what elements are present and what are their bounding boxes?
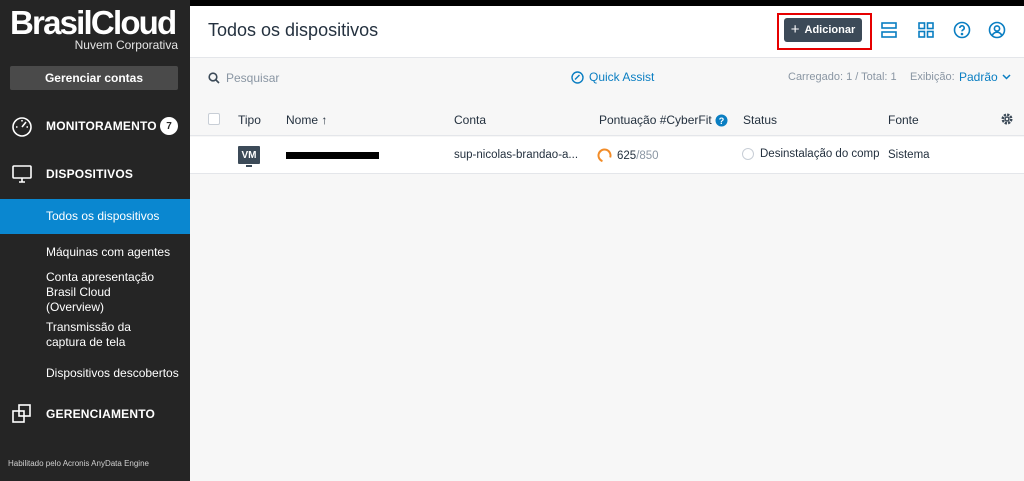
account-cell: sup-nicolas-brandao-a... <box>454 149 579 161</box>
list-view-icon[interactable] <box>880 21 898 39</box>
column-status[interactable]: Status <box>743 113 777 127</box>
page-header: Todos os dispositivos + Adicionar <box>190 6 1024 58</box>
quick-assist-link[interactable]: Quick Assist <box>571 70 654 84</box>
sidebar-item-label: Transmissão da captura de tela <box>46 320 131 349</box>
column-name[interactable]: Nome ↑ <box>286 113 327 127</box>
layers-icon <box>12 404 31 423</box>
svg-text:?: ? <box>718 116 724 126</box>
nav-section-monitoring[interactable]: MONITORAMENTO 7 <box>0 106 190 146</box>
vm-type-icon: VM <box>238 146 260 167</box>
sidebar-item-discovered-devices[interactable]: Dispositivos descobertos <box>0 362 190 384</box>
sidebar-item-label: Todos os dispositivos <box>46 209 160 223</box>
score-total: /850 <box>636 149 659 162</box>
alert-count-badge: 7 <box>160 117 178 135</box>
sidebar-item-overview-account[interactable]: Conta apresentação Brasil Cloud (Overvie… <box>0 270 190 314</box>
gear-icon[interactable] <box>1000 112 1014 126</box>
main-content: Todos os dispositivos + Adicionar Pesqui… <box>190 6 1024 481</box>
table-row[interactable]: VM sup-nicolas-brandao-a... 625/850 Desi… <box>190 137 1024 174</box>
view-select-value: Padrão <box>959 70 998 84</box>
view-select[interactable]: Padrão <box>959 70 1011 84</box>
quick-assist-icon <box>571 70 584 84</box>
search-icon <box>208 72 220 84</box>
nav-section-label: DISPOSITIVOS <box>46 167 134 181</box>
brand-name: BrasilCloud <box>10 4 177 41</box>
score-value: 625 <box>617 149 637 162</box>
add-button[interactable]: + Adicionar <box>784 18 862 42</box>
redacted-device-name <box>286 152 379 159</box>
chevron-down-icon <box>1002 74 1011 80</box>
nav-section-label: MONITORAMENTO <box>46 119 157 133</box>
sidebar-item-all-devices[interactable]: Todos os dispositivos <box>0 199 190 234</box>
nav-section-devices[interactable]: DISPOSITIVOS <box>0 154 190 194</box>
engine-footer-note: Habilitado pelo Acronis AnyData Engine <box>8 459 149 468</box>
table-header: Tipo Nome ↑ Conta Pontuação #CyberFit ? … <box>190 102 1024 136</box>
nav-section-management[interactable]: GERENCIAMENTO <box>0 394 190 434</box>
nav-section-label: GERENCIAMENTO <box>46 407 156 421</box>
column-account[interactable]: Conta <box>454 113 486 127</box>
column-cyberfit-label: Pontuação #CyberFit <box>599 113 712 127</box>
status-circle-icon <box>742 148 754 160</box>
column-source[interactable]: Fonte <box>888 113 919 127</box>
sidebar-item-screen-capture[interactable]: Transmissão da captura de tela <box>0 317 190 353</box>
help-icon[interactable] <box>953 21 971 39</box>
select-all-checkbox[interactable] <box>208 113 220 125</box>
help-icon[interactable]: ? <box>715 114 728 127</box>
loaded-count: Carregado: 1 / Total: 1 <box>788 71 897 83</box>
grid-view-icon[interactable] <box>917 21 935 39</box>
page-title: Todos os dispositivos <box>208 20 379 40</box>
search-input[interactable] <box>226 71 366 85</box>
column-cyberfit-score[interactable]: Pontuação #CyberFit ? <box>599 113 728 127</box>
search-box[interactable] <box>208 71 366 85</box>
add-button-label: Adicionar <box>804 24 856 36</box>
status-text: Desinstalação do comp <box>760 148 880 160</box>
cyberfit-score-cell: 625/850 <box>597 148 659 163</box>
speedometer-icon <box>12 117 32 137</box>
sidebar-item-label: Conta apresentação Brasil Cloud (Overvie… <box>46 269 155 314</box>
source-cell: Sistema <box>888 149 930 161</box>
toolbar: Quick Assist Carregado: 1 / Total: 1 Exi… <box>190 59 1024 97</box>
sidebar-item-label: Máquinas com agentes <box>46 244 171 259</box>
sidebar: BrasilCloud Nuvem Corporativa Gerenciar … <box>0 0 190 481</box>
sidebar-item-machines-with-agents[interactable]: Máquinas com agentes <box>0 238 190 266</box>
status-cell: Desinstalação do comp <box>742 148 882 160</box>
plus-icon: + <box>790 21 800 38</box>
view-label: Exibição: <box>910 71 955 83</box>
quick-assist-label: Quick Assist <box>589 70 655 84</box>
user-profile-icon[interactable] <box>988 21 1006 39</box>
brand-logo: BrasilCloud Nuvem Corporativa <box>10 4 180 52</box>
monitor-icon <box>12 165 32 183</box>
column-type[interactable]: Tipo <box>238 113 261 127</box>
manage-accounts-button[interactable]: Gerenciar contas <box>10 66 178 90</box>
score-ring-icon <box>597 148 612 163</box>
sidebar-item-label: Dispositivos descobertos <box>46 365 179 380</box>
